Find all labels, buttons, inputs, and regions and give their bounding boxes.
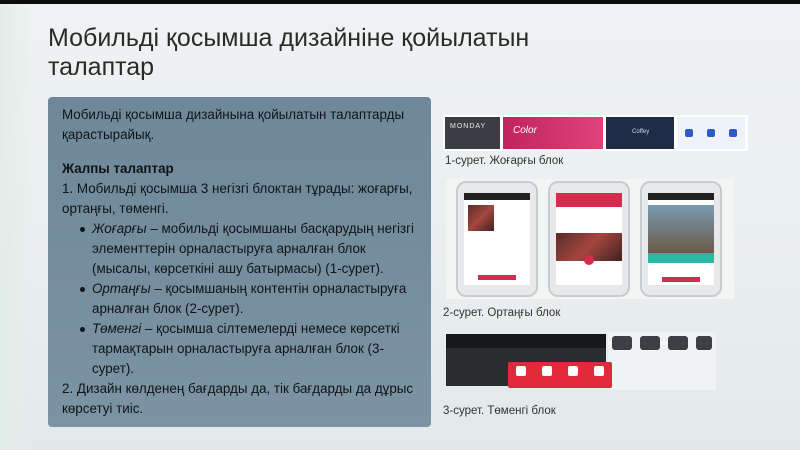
screen-tab-bar (648, 253, 714, 263)
sub-item-top: Жоғарғы – мобильді қосымшаны басқарудың … (80, 219, 421, 279)
tab-icon (542, 366, 552, 376)
header-icon (685, 129, 693, 137)
figure-3-caption: 3-сурет. Төменгі блок (443, 405, 556, 417)
header-sample-light (677, 117, 745, 149)
screen-button (478, 275, 516, 280)
slide-title: Мобильді қосымша дизайніне қойылатын тал… (48, 24, 530, 81)
sub-item-term: Ортаңғы (92, 281, 151, 296)
tab-icon (594, 366, 604, 376)
tile-icon (696, 336, 712, 350)
figure-2-caption: 2-сурет. Ортаңғы блок (443, 307, 561, 319)
location-icon (584, 255, 594, 265)
point-2: 2. Дизайн көлденең бағдарды да, тік бағд… (62, 381, 414, 416)
sub-list: Жоғарғы – мобильді қосымшаны басқарудың … (58, 219, 421, 379)
figure-1-top-block-image: MONDAY Color Coffey (443, 115, 748, 151)
content-image (648, 205, 714, 253)
tab-icon (516, 366, 526, 376)
phone-screen (648, 193, 714, 285)
tile-icon (640, 336, 660, 350)
screen-button (662, 277, 700, 282)
header-sample-pink: Color (503, 117, 603, 149)
phone-mockup (640, 181, 722, 297)
status-bar (648, 193, 714, 200)
phone-mockup (456, 181, 538, 297)
sub-item-term: Жоғарғы (92, 221, 147, 236)
tile-icon (668, 336, 688, 350)
header-sample-text: Coffey (632, 129, 650, 135)
header-sample-text: Color (513, 125, 537, 136)
content-text-box: Мобильді қосымша дизайнына қойылатын тал… (48, 97, 431, 427)
tab-icon (568, 366, 578, 376)
red-tab-bar (508, 362, 612, 388)
slide: Мобильді қосымша дизайніне қойылатын тал… (0, 4, 800, 450)
sub-item-middle: Ортаңғы – қосымшаның контентін орналасты… (80, 279, 421, 319)
header-sample-navy: Coffey (606, 117, 674, 149)
phone-screen (556, 193, 622, 285)
slide-edge-decoration (0, 4, 30, 450)
screen-header (556, 193, 622, 207)
status-bar (464, 193, 530, 200)
figure-1-caption: 1-сурет. Жоғарғы блок (445, 155, 564, 167)
dark-nav-bar (446, 334, 606, 348)
tile-icon (612, 336, 632, 350)
point-1: 1. Мобильді қосымша 3 негізгі блоктан тұ… (62, 181, 413, 216)
header-icon (729, 129, 737, 137)
sub-item-bottom: Төменгі – қосымша сілтемелерді немесе кө… (80, 319, 421, 379)
profile-image (468, 205, 494, 231)
section-heading: Жалпы талаптар (62, 161, 174, 176)
phone-screen (464, 193, 530, 285)
phone-mockup (548, 181, 630, 297)
header-icon (707, 129, 715, 137)
icon-tile-row (608, 332, 716, 390)
header-sample-dark: MONDAY (445, 117, 500, 149)
intro-text: Мобильді қосымша дизайнына қойылатын тал… (62, 107, 405, 142)
sub-item-term: Төменгі (92, 321, 142, 336)
figure-2-middle-block-image (446, 179, 734, 299)
header-sample-text: MONDAY (450, 123, 487, 130)
